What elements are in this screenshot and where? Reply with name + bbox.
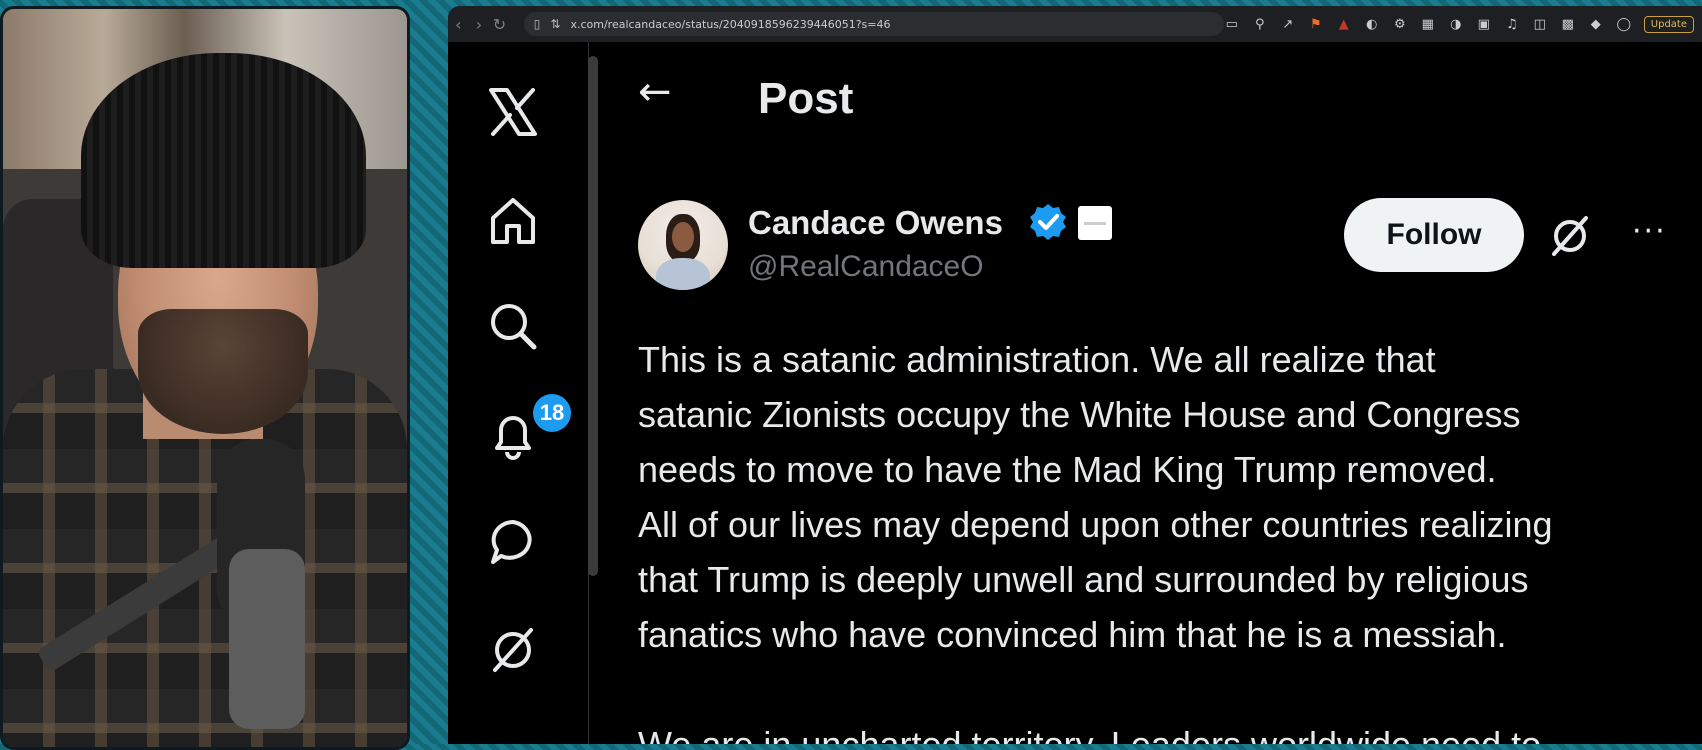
home-icon[interactable]: [483, 190, 543, 250]
share-icon[interactable]: ↗: [1280, 17, 1296, 32]
post-line: All of our lives may depend upon other c…: [638, 504, 1553, 545]
webcam-person-beard: [138, 309, 308, 434]
post-text: This is a satanic administration. We all…: [638, 332, 1698, 744]
grok-explain-icon[interactable]: [1548, 214, 1592, 262]
avatar-face: [672, 222, 694, 252]
forward-nav-icon[interactable]: ›: [469, 15, 490, 34]
affiliation-badge-icon[interactable]: [1078, 206, 1112, 240]
post-column: ← Post Candace Owens @RealCandaceO Follo…: [608, 42, 1702, 744]
puzzle-icon[interactable]: ◆: [1588, 17, 1604, 32]
extension-icon-2[interactable]: ⚙: [1392, 17, 1408, 32]
shield-icon[interactable]: ⚑: [1308, 17, 1324, 32]
post-line: fanatics who have convinced him that he …: [638, 614, 1507, 655]
cast-icon[interactable]: ▭: [1224, 17, 1240, 32]
grok-icon[interactable]: [483, 620, 543, 680]
messages-icon[interactable]: [483, 512, 543, 572]
x-logo-icon[interactable]: [483, 82, 543, 142]
extension-icon-1[interactable]: ◐: [1364, 17, 1380, 32]
sidebar-toggle-icon[interactable]: ◫: [1532, 17, 1548, 32]
vpn-icon[interactable]: ◯: [1616, 17, 1632, 32]
extension-icons: ▭ ⚲ ↗ ⚑ ▲ ◐ ⚙ ▦ ◑ ▣ ♫ ◫ ▩ ◆ ◯ Update: [1224, 15, 1702, 33]
page-title: Post: [758, 74, 854, 123]
avatar[interactable]: [638, 200, 728, 290]
extension-icon-3[interactable]: ▦: [1420, 17, 1436, 32]
post-line-partial: We are in uncharted territory. Leaders w…: [638, 717, 1698, 744]
webcam-microphone-body: [229, 549, 305, 729]
verified-badge-icon: [1028, 202, 1068, 246]
reload-icon[interactable]: ↻: [489, 15, 510, 34]
site-settings-icon[interactable]: ⇅: [550, 17, 560, 31]
post-line: This is a satanic administration. We all…: [638, 339, 1436, 380]
post-line: that Trump is deeply unwell and surround…: [638, 559, 1529, 600]
author-handle[interactable]: @RealCandaceO: [748, 250, 984, 284]
browser-window: ‹ › ↻ ▯ ⇅ x.com/realcandaceo/status/2040…: [448, 6, 1702, 744]
avatar-body: [656, 258, 710, 290]
post-line: satanic Zionists occupy the White House …: [638, 394, 1521, 435]
notifications-icon[interactable]: 18: [483, 394, 571, 464]
sidebar-scrollbar[interactable]: [588, 56, 598, 576]
update-button[interactable]: Update: [1643, 15, 1694, 33]
author-name[interactable]: Candace Owens: [748, 204, 1003, 242]
bookmark-icon[interactable]: ▯: [534, 17, 541, 31]
address-bar: ‹ › ↻ ▯ ⇅ x.com/realcandaceo/status/2040…: [448, 6, 1702, 42]
wallet-icon[interactable]: ▩: [1560, 17, 1576, 32]
back-arrow-icon[interactable]: ←: [638, 72, 672, 112]
back-nav-icon[interactable]: ‹: [448, 15, 469, 34]
post-line: needs to move to have the Mad King Trump…: [638, 449, 1497, 490]
webcam-feed: [0, 6, 410, 750]
extension-icon-5[interactable]: ▣: [1476, 17, 1492, 32]
x-sidebar: 18: [448, 42, 589, 744]
rewards-icon[interactable]: ▲: [1336, 17, 1352, 32]
zoom-icon[interactable]: ⚲: [1252, 17, 1268, 32]
webcam-person-beanie: [81, 53, 366, 268]
follow-button[interactable]: Follow: [1344, 198, 1524, 272]
more-options-icon[interactable]: ···: [1632, 214, 1667, 249]
extension-icon-4[interactable]: ◑: [1448, 17, 1464, 32]
notifications-badge: 18: [533, 394, 571, 432]
url-field[interactable]: ▯ ⇅ x.com/realcandaceo/status/2040918596…: [523, 12, 1224, 36]
search-icon[interactable]: [483, 296, 543, 356]
media-icon[interactable]: ♫: [1504, 17, 1520, 32]
url-text: x.com/realcandaceo/status/20409185962394…: [570, 17, 891, 31]
